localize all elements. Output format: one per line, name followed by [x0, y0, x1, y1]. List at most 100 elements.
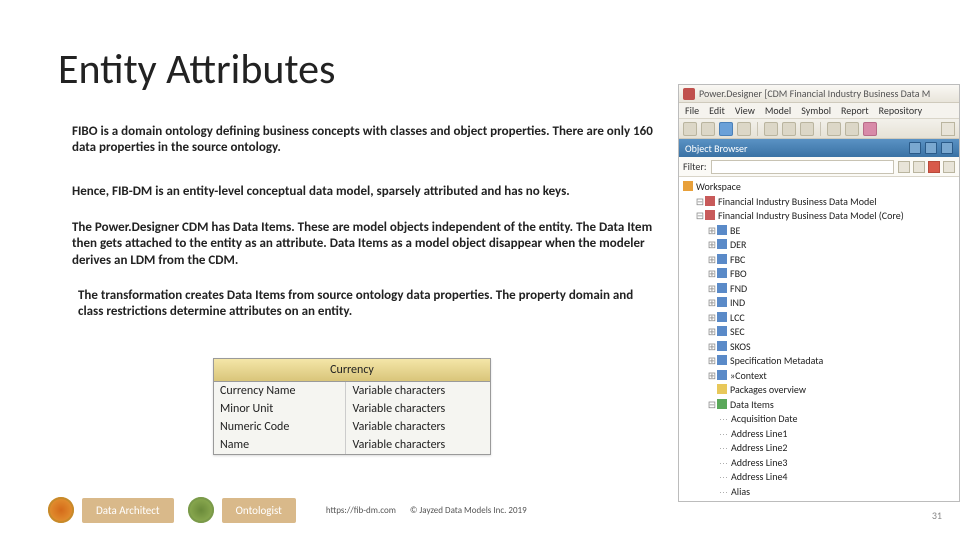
table-row: Name Variable characters: [214, 436, 490, 454]
tree-root[interactable]: Workspace: [681, 180, 957, 195]
tree-package[interactable]: ⊞DER: [681, 238, 957, 253]
paragraph-2: Hence, FIB-DM is an entity-level concept…: [72, 184, 570, 200]
tree-package[interactable]: ⊞IND: [681, 296, 957, 311]
redo-icon[interactable]: [845, 122, 859, 136]
attr-name: Currency Name: [214, 382, 346, 400]
model-icon: [705, 196, 715, 206]
tree-package[interactable]: ⊞Specification Metadata: [681, 354, 957, 369]
menu-edit[interactable]: Edit: [709, 104, 725, 117]
window-title: Power.Designer [CDM Financial Industry B…: [699, 87, 930, 100]
filter-options-icon[interactable]: [913, 161, 925, 173]
tree-package[interactable]: ⊞BE: [681, 224, 957, 239]
print-icon[interactable]: [737, 122, 751, 136]
attr-type: Variable characters: [346, 436, 490, 454]
currency-entity-table: Currency Currency Name Variable characte…: [213, 358, 491, 455]
attr-type: Variable characters: [346, 382, 490, 400]
menu-symbol[interactable]: Symbol: [801, 104, 831, 117]
tree-data-item[interactable]: Address Line3: [681, 456, 957, 471]
tree-package[interactable]: ⊞FND: [681, 282, 957, 297]
slide-title: Entity Attributes: [58, 44, 335, 95]
undo-icon[interactable]: [827, 122, 841, 136]
cut-icon[interactable]: [764, 122, 778, 136]
footer-copyright: © Jayzed Data Models Inc. 2019: [410, 505, 527, 516]
table-row: Minor Unit Variable characters: [214, 400, 490, 418]
tree-data-item[interactable]: Acquisition Date: [681, 412, 957, 427]
window-titlebar: Power.Designer [CDM Financial Industry B…: [679, 85, 959, 103]
tree-data-item[interactable]: Address Line2: [681, 441, 957, 456]
table-row: Numeric Code Variable characters: [214, 418, 490, 436]
find-icon[interactable]: [863, 122, 877, 136]
menu-view[interactable]: View: [735, 104, 755, 117]
pin-icon[interactable]: [909, 142, 921, 154]
tree-package[interactable]: ⊞LCC: [681, 311, 957, 326]
table-row: Currency Name Variable characters: [214, 382, 490, 400]
menubar[interactable]: File Edit View Model Symbol Report Repos…: [679, 103, 959, 119]
paste-icon[interactable]: [800, 122, 814, 136]
package-icon: [717, 239, 727, 249]
toolbar-separator: [757, 122, 758, 136]
footer-link: https://fib-dm.com: [326, 505, 396, 516]
object-browser-title: Object Browser: [685, 142, 748, 155]
save-icon[interactable]: [719, 122, 733, 136]
attr-type: Variable characters: [346, 400, 490, 418]
package-icon: [717, 355, 727, 365]
package-icon: [717, 326, 727, 336]
package-icon: [717, 312, 727, 322]
tree-data-item[interactable]: Address Line1: [681, 427, 957, 442]
paragraph-3: The Power.Designer CDM has Data Items. T…: [72, 220, 662, 269]
tree-data-items[interactable]: ⊟Data Items: [681, 398, 957, 413]
toolbar-overflow-icon[interactable]: [941, 122, 955, 136]
menu-repository[interactable]: Repository: [879, 104, 923, 117]
menu-file[interactable]: File: [685, 104, 699, 117]
attr-type: Variable characters: [346, 418, 490, 436]
package-icon: [717, 370, 727, 380]
attr-name: Name: [214, 436, 346, 454]
object-browser-header: Object Browser: [679, 139, 959, 157]
toolbar: [679, 119, 959, 139]
package-icon: [717, 225, 727, 235]
filter-bar: Filter:: [679, 157, 959, 177]
package-icon: [717, 254, 727, 264]
menu-report[interactable]: Report: [841, 104, 869, 117]
paragraph-4: The transformation creates Data Items fr…: [78, 288, 658, 321]
dropdown-icon[interactable]: [925, 142, 937, 154]
tree-package[interactable]: ⊞FBC: [681, 253, 957, 268]
attr-name: Minor Unit: [214, 400, 346, 418]
package-icon: [717, 268, 727, 278]
new-icon[interactable]: [683, 122, 697, 136]
package-icon: [717, 341, 727, 351]
app-logo-icon: [683, 88, 695, 100]
tree-package[interactable]: ⊞FBO: [681, 267, 957, 282]
toolbar-separator: [820, 122, 821, 136]
workspace-icon: [683, 181, 693, 191]
tree-package[interactable]: ⊞»Context: [681, 369, 957, 384]
package-icon: [717, 283, 727, 293]
ontologist-icon: [188, 497, 214, 523]
filter-apply-icon[interactable]: [898, 161, 910, 173]
tree-data-item[interactable]: Alternative Language Local Name: [681, 499, 957, 501]
currency-table-header: Currency: [214, 359, 490, 382]
object-tree[interactable]: Workspace ⊟Financial Industry Business D…: [679, 177, 959, 501]
attr-name: Numeric Code: [214, 418, 346, 436]
powerdesigner-window: Power.Designer [CDM Financial Industry B…: [678, 84, 960, 502]
data-items-icon: [717, 399, 727, 409]
page-number: 31: [932, 509, 942, 522]
close-icon[interactable]: [941, 142, 953, 154]
tree-model[interactable]: ⊟Financial Industry Business Data Model …: [681, 209, 957, 224]
diagram-icon: [717, 384, 727, 394]
filter-label: Filter:: [683, 160, 707, 173]
tree-package[interactable]: ⊞SEC: [681, 325, 957, 340]
tree-model[interactable]: ⊟Financial Industry Business Data Model: [681, 195, 957, 210]
filter-refresh-icon[interactable]: [943, 161, 955, 173]
tree-overview[interactable]: Packages overview: [681, 383, 957, 398]
filter-input[interactable]: [711, 160, 894, 174]
copy-icon[interactable]: [782, 122, 796, 136]
paragraph-1: FIBO is a domain ontology defining busin…: [72, 124, 672, 157]
tree-data-item[interactable]: Alias: [681, 485, 957, 500]
tree-data-item[interactable]: Address Line4: [681, 470, 957, 485]
open-icon[interactable]: [701, 122, 715, 136]
filter-clear-icon[interactable]: [928, 161, 940, 173]
model-icon: [705, 210, 715, 220]
tree-package[interactable]: ⊞SKOS: [681, 340, 957, 355]
menu-model[interactable]: Model: [765, 104, 791, 117]
